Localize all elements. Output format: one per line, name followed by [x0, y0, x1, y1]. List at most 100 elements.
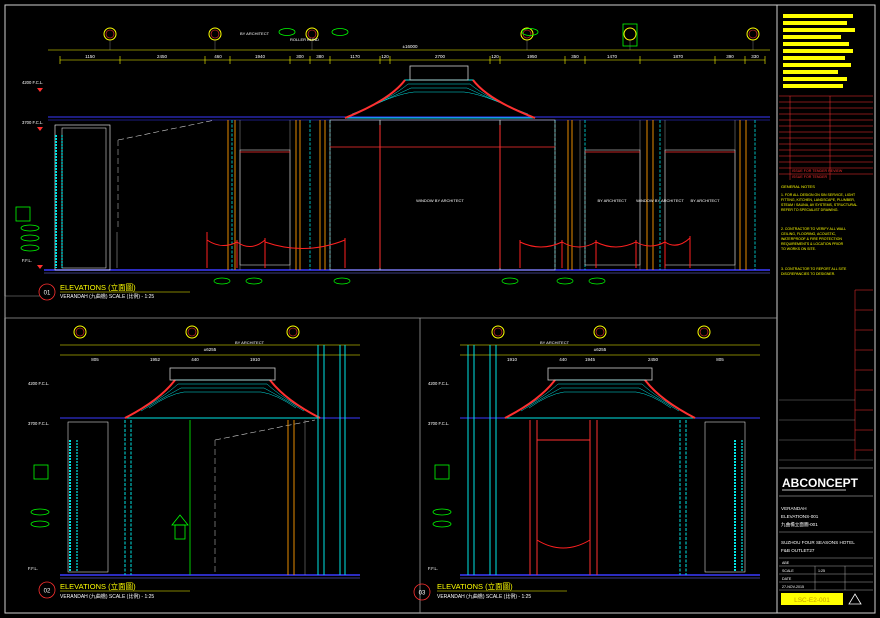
svg-text:1. FOR ALL DESIGN ON SIN SERVI: 1. FOR ALL DESIGN ON SIN SERVICE, LIGHT — [781, 193, 856, 197]
svg-text:F.F.L.: F.F.L. — [428, 566, 438, 571]
svg-text:1910: 1910 — [250, 357, 261, 362]
svg-text:CEILING, FLOORING, ACOUSTIC,: CEILING, FLOORING, ACOUSTIC, — [781, 232, 836, 236]
view-title: ELEVATIONS (立面圖) — [60, 282, 136, 292]
callout-tags-01 — [278, 23, 638, 47]
title-block: ISSUE FOR TENDER REVIEW ISSUE FOR TENDER… — [779, 14, 873, 605]
dim-label: 330 — [751, 54, 759, 59]
svg-text:TO WORKS ON SITE.: TO WORKS ON SITE. — [781, 247, 816, 251]
svg-text:DISCREPANCIES TO DESIGNER.: DISCREPANCIES TO DESIGNER. — [781, 272, 835, 276]
svg-text:1910: 1910 — [507, 357, 518, 362]
svg-text:3700 F.C.L.: 3700 F.C.L. — [22, 120, 43, 125]
svg-text:F.F.L.: F.F.L. — [22, 258, 32, 263]
elevation-view-03: 1910 440 1945 2450 805 ±6255 BY ARCHITEC… — [413, 325, 760, 601]
svg-text:SUZHOU FOUR SEASONS HOTEL: SUZHOU FOUR SEASONS HOTEL — [781, 540, 855, 545]
svg-text:1:25: 1:25 — [818, 569, 825, 573]
stanchion-rope-01 — [206, 232, 691, 268]
svg-text:440: 440 — [191, 357, 199, 362]
dim-label: 390 — [726, 54, 734, 59]
svg-text:ELEVATIONS-001: ELEVATIONS-001 — [781, 514, 819, 519]
dim-label: 380 — [316, 54, 324, 59]
svg-text:BY ARCHITECT: BY ARCHITECT — [235, 340, 265, 345]
annotation-window: WINDOW BY ARCHITECT — [636, 198, 684, 203]
issue-note: ISSUE FOR TENDER REVIEW — [792, 169, 843, 173]
dim-label: 120 — [491, 54, 499, 59]
svg-text:2450: 2450 — [648, 357, 659, 362]
svg-text:1945: 1945 — [585, 357, 596, 362]
svg-text:2. CONTRACTOR TO VERIFY ALL WA: 2. CONTRACTOR TO VERIFY ALL WALL — [781, 227, 846, 231]
annotation-by-architect: BY ARCHITECT — [597, 198, 627, 203]
svg-text:4200 F.C.L.: 4200 F.C.L. — [22, 80, 43, 85]
verandah-roof-03 — [504, 367, 696, 419]
general-notes: 1. FOR ALL DESIGN ON SIN SERVICE, LIGHT … — [781, 193, 857, 276]
revision-highlight — [783, 14, 855, 88]
dim-label: 2450 — [157, 54, 168, 59]
level-markers-03: 4200 F.C.L. 3700 F.C.L. F.F.L. — [428, 381, 449, 571]
columns-01 — [227, 120, 747, 270]
dim-label: 1870 — [673, 54, 684, 59]
dim-label: 1950 — [527, 54, 538, 59]
dim-label: 1470 — [607, 54, 618, 59]
svg-text:REFER TO SPECIALIST DRAWING.: REFER TO SPECIALIST DRAWING. — [781, 208, 838, 212]
svg-text:WATERPROOF & FIRE PROTECTION: WATERPROOF & FIRE PROTECTION — [781, 237, 842, 241]
svg-text:VERANDAH: VERANDAH — [781, 506, 807, 511]
view-subtitle: VERANDAH (九曲檐) SCALE (比例) - 1:25 — [437, 593, 531, 600]
svg-text:DATE: DATE — [782, 577, 792, 581]
company-logo: ABCONCEPT — [782, 476, 859, 490]
warning-icon — [848, 593, 862, 605]
svg-text:STEAM / SAUNA, AV SYSTEMS, STR: STEAM / SAUNA, AV SYSTEMS, STRUCTURAL — [781, 203, 857, 207]
svg-text:ABE: ABE — [782, 561, 790, 565]
view-subtitle: VERANDAH (九曲檐) SCALE (比例) - 1:25 — [60, 293, 154, 300]
svg-text:440: 440 — [559, 357, 567, 362]
svg-text:SCALE: SCALE — [782, 569, 794, 573]
elevation-view-02: 805 1952 440 1910 ±6255 BY ARCHITECT 420… — [28, 325, 360, 600]
svg-text:805: 805 — [716, 357, 724, 362]
svg-text:BY ARCHITECT: BY ARCHITECT — [540, 340, 570, 345]
svg-text:±6255: ±6255 — [594, 347, 607, 352]
svg-text:F&B OUTLET27: F&B OUTLET27 — [781, 548, 815, 553]
svg-text:FITTING, KITCHEN, LANDSCAPE, P: FITTING, KITCHEN, LANDSCAPE, PLUMBER, — [781, 198, 855, 202]
annotation-roller-blind: ROLLER BLIND — [290, 37, 319, 42]
svg-text:3700 F.C.L.: 3700 F.C.L. — [28, 421, 49, 426]
annotation-by-architect: BY ARCHITECT — [690, 198, 720, 203]
dim-label: 1150 — [85, 54, 95, 59]
dim-label: 460 — [214, 54, 222, 59]
dim-label: 300 — [296, 54, 304, 59]
dim-label: 350 — [571, 54, 579, 59]
svg-text:4200 F.C.L.: 4200 F.C.L. — [28, 381, 49, 386]
level-markers-02: 4200 F.C.L. 3700 F.C.L. F.F.L. — [28, 381, 49, 571]
sheet-border — [4, 4, 876, 614]
drawing-sheet: 1150 2450 460 1940 300 380 1170 120 2700… — [4, 4, 876, 614]
drawing-number: LSC-E2-001 — [794, 597, 830, 604]
verandah-roof-02 — [124, 367, 321, 419]
svg-text:4200 F.C.L.: 4200 F.C.L. — [428, 381, 449, 386]
svg-text:±6255: ±6255 — [204, 347, 217, 352]
elevation-view-01: 1150 2450 460 1940 300 380 1170 120 2700… — [15, 23, 770, 301]
view-number: 02 — [44, 589, 51, 595]
dim-label: 1940 — [255, 54, 266, 59]
view-title: ELEVATIONS (立面圖) — [437, 581, 513, 591]
view-subtitle: VERANDAH (九曲檐) SCALE (比例) - 1:25 — [60, 593, 154, 600]
general-notes-title: GENERAL NOTES — [781, 184, 815, 189]
verandah-roof-01 — [344, 65, 536, 119]
annotation-by-architect: BY ARCHITECT — [240, 31, 270, 36]
svg-text:3700 F.C.L.: 3700 F.C.L. — [428, 421, 449, 426]
svg-text:F.F.L.: F.F.L. — [28, 566, 38, 571]
dim-label: 120 — [381, 54, 389, 59]
svg-text:805: 805 — [91, 357, 99, 362]
view-title: ELEVATIONS (立面圖) — [60, 581, 136, 591]
level-markers-01: 4200 F.C.L. 3700 F.C.L. F.F.L. — [15, 80, 43, 269]
dim-label: 1170 — [350, 54, 360, 59]
svg-text:3. CONTRACTOR TO REPORT ALL SI: 3. CONTRACTOR TO REPORT ALL SITE — [781, 267, 847, 271]
date-cells: ABE SCALE 1:25 DATE 27-NOV-2015 — [782, 561, 825, 589]
issue-note: ISSUE FOR TENDER — [792, 175, 827, 179]
svg-text:1952: 1952 — [150, 357, 161, 362]
view-number: 01 — [44, 291, 51, 297]
svg-text:REQUIREMENTS & LOCATION PRIOR: REQUIREMENTS & LOCATION PRIOR — [781, 242, 844, 246]
project-info: VERANDAH ELEVATIONS-001 九曲檐立面圖-001 SUZHO… — [781, 506, 855, 553]
svg-text:27-NOV-2015: 27-NOV-2015 — [782, 585, 804, 589]
annotation-window: WINDOW BY ARCHITECT — [416, 198, 464, 203]
dim-label: 2700 — [435, 54, 446, 59]
svg-text:九曲檐立面圖-001: 九曲檐立面圖-001 — [781, 521, 818, 528]
dim-overall: ±16000 — [403, 44, 418, 49]
view-number: 03 — [419, 591, 426, 597]
